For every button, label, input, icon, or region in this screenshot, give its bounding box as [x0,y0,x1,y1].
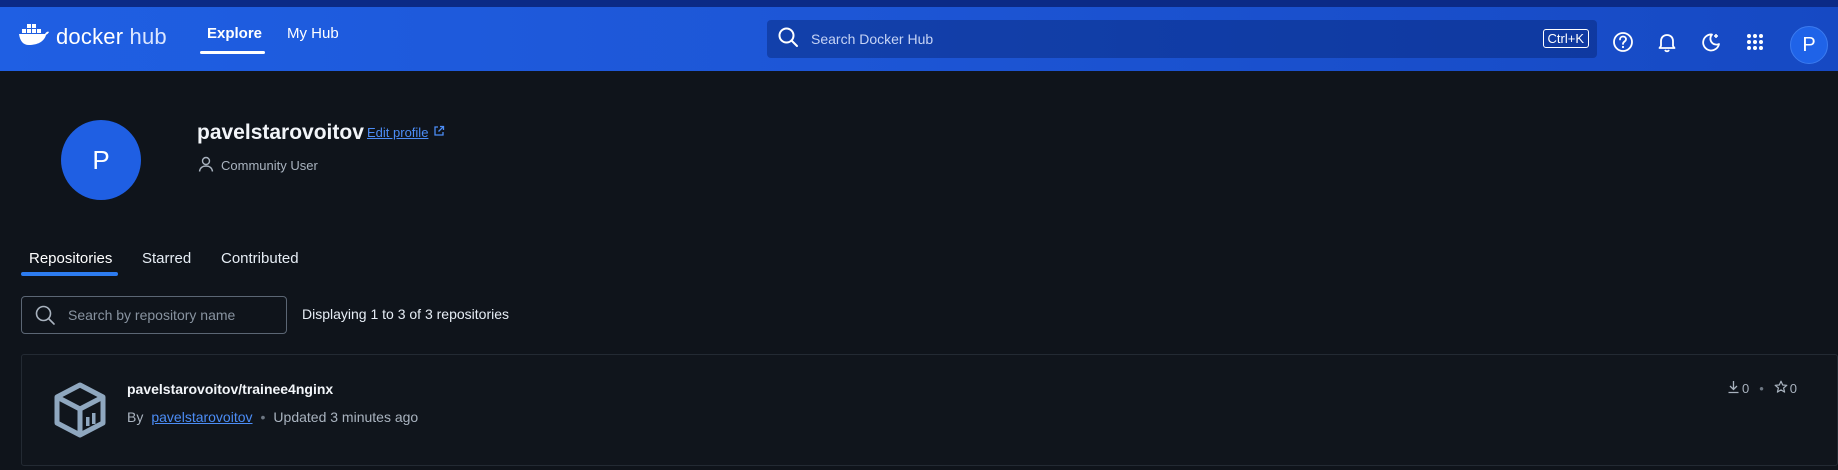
repository-stats: 0 • 0 [1727,380,1797,397]
top-navigation-bar: docker hub Explore My Hub Ctrl+K [0,0,1838,71]
repository-owner-link[interactable]: pavelstarovoitov [151,409,252,425]
edit-profile-link[interactable]: Edit profile [367,125,445,140]
profile-avatar: P [61,120,141,200]
repository-box-icon [52,381,108,444]
meta-separator: • [260,409,266,425]
star-icon [1774,380,1788,397]
tab-repositories[interactable]: Repositories [29,250,112,267]
repository-count-summary: Displaying 1 to 3 of 3 repositories [302,306,509,322]
nav-explore[interactable]: Explore [207,25,262,42]
external-link-icon [433,125,445,140]
search-icon [777,26,799,53]
repository-card[interactable]: pavelstarovoitov/trainee4nginx By pavels… [21,354,1838,466]
logo-word-hub: hub [129,23,167,49]
star-count-value: 0 [1789,381,1797,396]
repository-meta: By pavelstarovoitov • Updated 3 minutes … [127,409,418,425]
docker-hub-logo[interactable]: docker hub [18,21,167,52]
tab-active-indicator [21,272,118,276]
repository-search-input[interactable] [66,306,276,324]
repository-updated-time: Updated 3 minutes ago [273,409,419,425]
repository-search-box[interactable] [21,296,287,334]
profile-role-label: Community User [221,158,318,173]
help-icon[interactable] [1611,30,1635,54]
repository-name-link[interactable]: pavelstarovoitov/trainee4nginx [127,381,333,397]
bell-icon[interactable] [1655,30,1679,54]
pull-count-value: 0 [1741,381,1750,396]
search-shortcut-badge: Ctrl+K [1542,29,1589,48]
docker-whale-icon [18,21,50,52]
tab-contributed[interactable]: Contributed [221,250,299,267]
logo-word-docker: docker [56,23,124,49]
pull-count: 0 [1727,380,1749,397]
global-search-input[interactable] [809,30,1509,48]
profile-role: Community User [197,155,318,176]
edit-profile-label: Edit profile [367,125,429,140]
user-avatar-menu[interactable]: P [1790,26,1828,64]
search-icon [34,304,56,326]
download-icon [1727,380,1740,397]
tab-starred[interactable]: Starred [142,250,191,267]
theme-toggle-icon[interactable] [1699,30,1723,54]
profile-username: pavelstarovoitov [197,121,364,144]
global-search-bar[interactable]: Ctrl+K [767,20,1597,58]
star-count: 0 [1774,380,1797,397]
stats-separator: • [1759,381,1764,396]
user-icon [197,155,215,176]
repository-by-label: By [127,409,144,425]
apps-grid-icon[interactable] [1743,30,1767,54]
nav-my-hub[interactable]: My Hub [287,25,339,42]
nav-active-indicator [200,51,265,54]
